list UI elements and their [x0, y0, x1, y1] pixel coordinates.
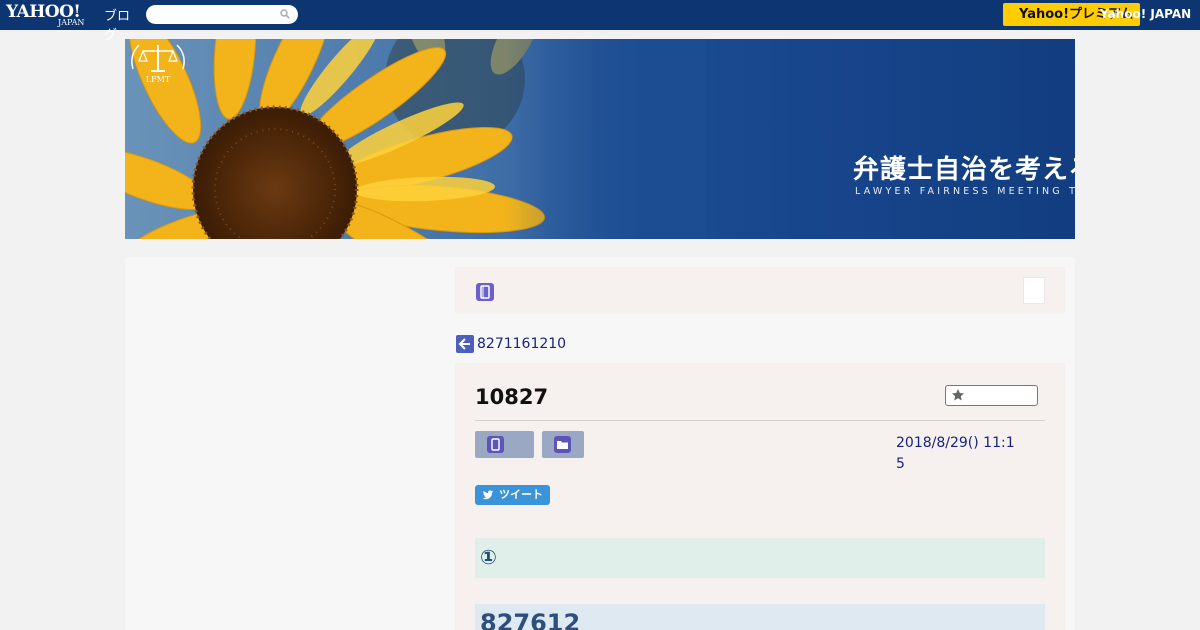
search-input[interactable] [154, 7, 280, 26]
article-date-line1: 2018/8/29() 11:1 [896, 435, 1015, 451]
section-heading-text: ① [480, 545, 497, 569]
sunflower-image [125, 39, 705, 239]
tweet-button[interactable]: ツイート [475, 485, 550, 505]
search-box [146, 5, 298, 26]
favorite-button[interactable] [945, 385, 1038, 406]
article-title: 10827 [475, 385, 549, 409]
main-content: 8271161210 10827 2018/8/29() 11:1 5 ツイート… [125, 257, 1075, 630]
star-icon [952, 389, 964, 401]
article-date-line2: 5 [896, 456, 905, 472]
number-block-text: 827612 [480, 609, 581, 630]
blog-subtitle: LAWYER FAIRNESS MEETING THINKS [855, 186, 1075, 197]
blog-banner[interactable]: LFMT 弁護士自治を考える会 LAWYER FAIRNESS MEETING … [125, 39, 1075, 239]
yahoo-blog-logo[interactable]: YAHOO! JAPAN ブログ [6, 2, 142, 43]
article: 10827 2018/8/29() 11:1 5 ツイート ① 827612 [455, 363, 1065, 630]
scales-emblem-icon: LFMT [131, 44, 185, 84]
yahoo-japan-link[interactable]: Yahoo! JAPAN [1100, 7, 1191, 21]
logo-japan-text: JAPAN [58, 18, 85, 27]
logo-blog-text: ブログ [104, 9, 131, 43]
previous-article-link[interactable]: 8271161210 [477, 335, 566, 353]
tweet-label: ツイート [499, 488, 543, 501]
folder-icon [554, 436, 571, 453]
blog-toolbar [455, 267, 1065, 314]
title-divider [475, 420, 1045, 421]
section-heading: ① [475, 538, 1045, 578]
folder-button[interactable] [542, 431, 584, 458]
number-block: 827612 [475, 604, 1045, 630]
emblem-text: LFMT [146, 75, 171, 84]
category-button[interactable] [475, 431, 534, 458]
arrow-left-icon[interactable] [456, 335, 474, 353]
search-icon[interactable] [280, 9, 290, 19]
blog-book-icon[interactable] [476, 283, 494, 301]
toolbar-blank-box[interactable] [1023, 277, 1045, 304]
sidebar [125, 257, 455, 630]
blog-title: 弁護士自治を考える会 [853, 155, 1075, 185]
global-header: YAHOO! JAPAN ブログ Yahoo!プレミアム Yahoo! JAPA… [0, 0, 1200, 43]
book-icon [487, 436, 504, 453]
article-date: 2018/8/29() 11:1 5 [896, 433, 1026, 475]
twitter-bird-icon [482, 490, 494, 500]
